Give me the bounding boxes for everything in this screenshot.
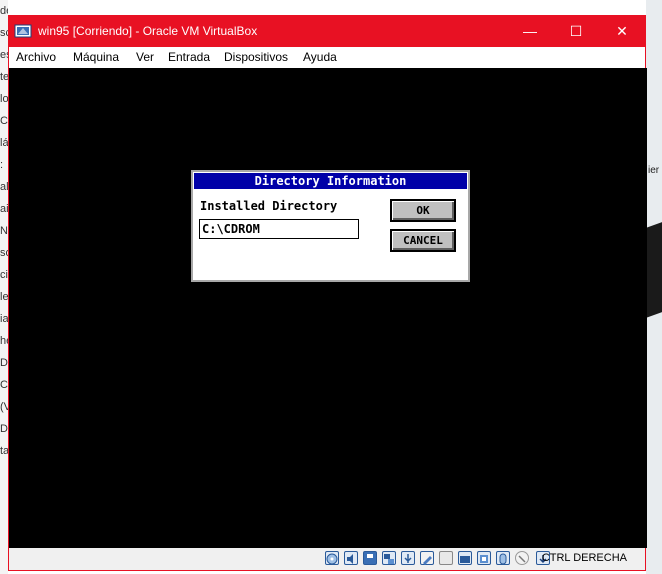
background-desktop-left: descesteloColá:alaiNsocileiaheDC(VDta	[0, 0, 8, 574]
virtualbox-app-icon	[14, 23, 32, 39]
background-text-fragment: N	[0, 225, 8, 237]
close-button[interactable]: ✕	[599, 16, 645, 47]
background-text-fragment: he	[0, 335, 8, 347]
usb-icon[interactable]	[401, 551, 415, 565]
virtualbox-window: win95 [Corriendo] - Oracle VM VirtualBox…	[8, 15, 647, 571]
video-capture-icon[interactable]	[458, 551, 472, 565]
installed-directory-input[interactable]: C:\CDROM	[199, 219, 359, 239]
background-text-fragment: so	[0, 247, 8, 259]
background-text-fragment: es	[0, 49, 8, 61]
dialog-title: Directory Information	[194, 173, 467, 189]
background-text-fragment: le	[0, 291, 8, 303]
background-text-fragment: te	[0, 71, 8, 83]
window-title: win95 [Corriendo] - Oracle VM VirtualBox	[38, 24, 258, 38]
audio-icon[interactable]	[344, 551, 358, 565]
background-text-fragment: C	[0, 379, 8, 391]
ok-button[interactable]: OK	[390, 199, 456, 222]
directory-information-dialog: Directory Information Installed Director…	[191, 170, 470, 282]
keyboard-capture-icon[interactable]	[515, 551, 529, 565]
menu-dispositivos[interactable]: Dispositivos	[224, 50, 288, 64]
background-text-fragment: ier	[648, 165, 660, 176]
background-text-fragment: ia	[0, 313, 8, 325]
background-text-fragment: Co	[0, 115, 8, 127]
background-text-fragment: lá	[0, 137, 8, 149]
title-bar[interactable]: win95 [Corriendo] - Oracle VM VirtualBox…	[9, 16, 645, 47]
host-key-label: CTRL DERECHA	[541, 552, 627, 564]
background-text-fragment: D	[0, 357, 8, 369]
virtualization-icon[interactable]	[477, 551, 491, 565]
background-image-fragment	[646, 222, 662, 318]
floppy-icon[interactable]	[363, 551, 377, 565]
guest-display[interactable]: Directory Information Installed Director…	[9, 68, 647, 548]
background-text-fragment: sc	[0, 27, 8, 39]
menu-ayuda[interactable]: Ayuda	[303, 50, 337, 64]
mouse-integration-icon[interactable]	[496, 551, 510, 565]
background-text-fragment: ta	[0, 445, 8, 457]
optical-drive-icon[interactable]	[325, 551, 339, 565]
background-text-fragment: lo	[0, 93, 8, 105]
menu-maquina[interactable]: Máquina	[73, 50, 119, 64]
display-icon[interactable]	[439, 551, 453, 565]
minimize-button[interactable]: —	[507, 16, 553, 47]
menu-archivo[interactable]: Archivo	[16, 50, 56, 64]
background-text-fragment: ci	[0, 269, 8, 281]
background-text-fragment: :	[0, 159, 4, 171]
installed-directory-label: Installed Directory	[200, 199, 338, 213]
cancel-button[interactable]: CANCEL	[390, 229, 456, 252]
menu-ver[interactable]: Ver	[136, 50, 154, 64]
background-text-fragment: ai	[0, 203, 8, 215]
maximize-button[interactable]: ☐	[553, 16, 599, 47]
background-text-fragment: al	[0, 181, 8, 193]
shared-folders-icon[interactable]	[420, 551, 434, 565]
network-icon[interactable]	[382, 551, 396, 565]
menu-bar: Archivo Máquina Ver Entrada Dispositivos…	[9, 47, 645, 68]
menu-entrada[interactable]: Entrada	[168, 50, 210, 64]
background-text-fragment: de	[0, 5, 8, 17]
status-bar: CTRL DERECHA	[9, 548, 645, 570]
background-text-fragment: (V	[0, 401, 8, 413]
background-text-fragment: D	[0, 423, 8, 435]
background-desktop-right: ier	[646, 0, 662, 574]
